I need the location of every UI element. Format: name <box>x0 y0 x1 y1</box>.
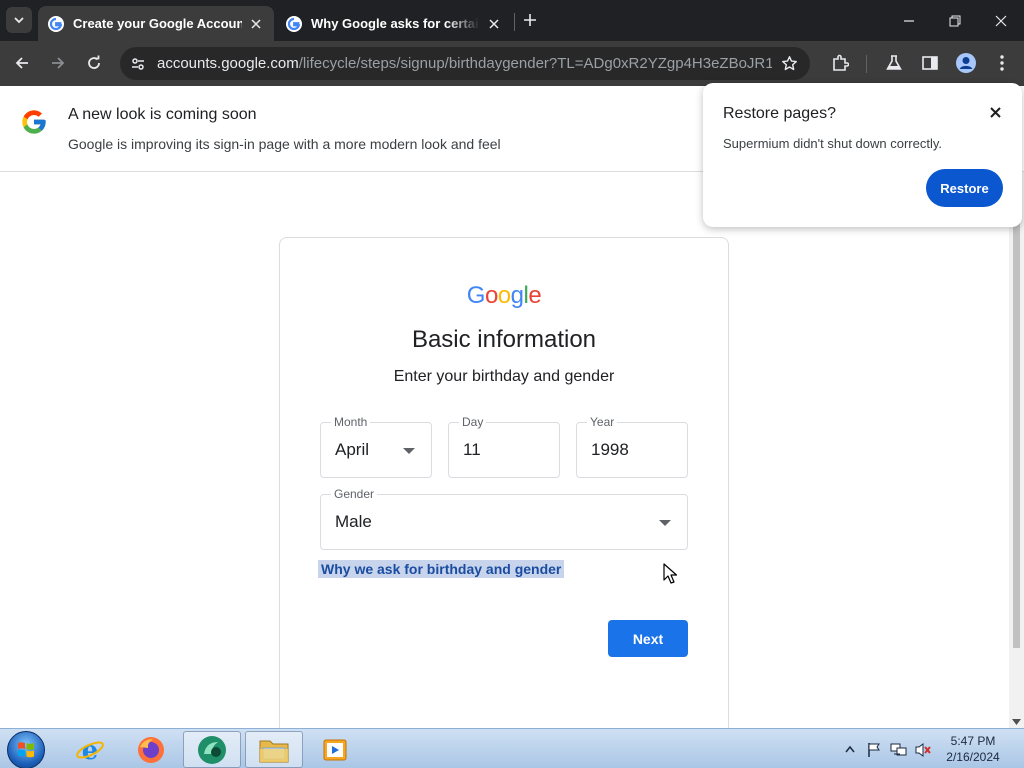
month-value: April <box>335 440 370 459</box>
day-label: Day <box>459 415 487 429</box>
firefox-icon <box>138 736 164 763</box>
next-button[interactable]: Next <box>608 620 688 657</box>
google-favicon-icon <box>48 15 64 32</box>
kebab-menu-icon <box>1000 55 1004 71</box>
mouse-cursor-icon <box>663 563 678 584</box>
page-subtitle: Enter your birthday and gender <box>393 368 615 385</box>
media-player-taskbar-button[interactable] <box>306 731 364 768</box>
forward-button[interactable] <box>44 49 72 77</box>
chevron-down-icon <box>14 17 24 24</box>
year-label: Year <box>587 415 618 429</box>
arrow-left-icon <box>15 57 28 69</box>
show-hidden-icons-arrow-icon[interactable] <box>845 745 855 753</box>
internet-explorer-icon: e <box>76 736 104 765</box>
media-player-icon <box>323 739 347 760</box>
arrow-right-icon <box>52 57 65 69</box>
svg-text:e: e <box>82 736 99 765</box>
url-text: accounts.google.com/lifecycle/steps/sign… <box>157 55 772 72</box>
browser-green-icon <box>198 735 226 764</box>
bookmark-star-icon[interactable] <box>781 55 798 72</box>
restore-window-icon <box>949 15 961 26</box>
browser-toolbar: accounts.google.com/lifecycle/steps/sign… <box>0 41 1024 86</box>
reload-icon <box>88 55 100 69</box>
close-tab-icon[interactable] <box>486 16 502 32</box>
clock-date: 2/16/2024 <box>946 750 1000 764</box>
puzzle-icon <box>833 54 849 71</box>
profile-button[interactable] <box>952 49 980 77</box>
month-select[interactable]: Month April <box>320 415 432 478</box>
close-dialog-button[interactable] <box>986 103 1004 121</box>
url-path: /lifecycle/steps/signup/birthdaygender?T… <box>298 55 772 72</box>
restore-button[interactable]: Restore <box>926 169 1003 207</box>
address-bar[interactable]: accounts.google.com/lifecycle/steps/sign… <box>120 47 810 80</box>
minimize-icon <box>904 19 914 22</box>
profile-avatar-icon <box>956 53 976 73</box>
site-settings-icon[interactable] <box>130 56 146 72</box>
back-button[interactable] <box>8 49 36 77</box>
restore-window-button[interactable] <box>932 0 978 41</box>
tab-why-google-asks[interactable]: Why Google asks for certain info <box>276 6 512 41</box>
close-tab-icon[interactable] <box>248 16 264 32</box>
why-birthday-gender-link[interactable]: Why we ask for birthday and gender <box>318 560 565 578</box>
tab-create-account[interactable]: Create your Google Account <box>38 6 274 41</box>
system-clock[interactable]: 5:47 PM 2/16/2024 <box>936 733 1010 765</box>
page-title: Basic information <box>411 326 597 353</box>
dialog-description: Supermium didn't shut down correctly. <box>723 136 943 151</box>
scrollbar-thumb[interactable] <box>1013 222 1020 648</box>
dialog-title: Restore pages? <box>723 105 836 122</box>
google-g-logo-icon <box>22 110 46 134</box>
supermium-taskbar-button[interactable] <box>183 731 241 768</box>
plus-icon <box>524 14 536 26</box>
file-explorer-taskbar-button[interactable] <box>245 731 303 768</box>
url-host: accounts.google.com <box>157 55 299 72</box>
tab-title: Why Google asks for certain info <box>311 16 480 31</box>
month-label: Month <box>331 415 371 429</box>
toolbar-divider <box>866 55 867 73</box>
flask-icon <box>886 55 902 70</box>
banner-title: A new look is coming soon <box>68 106 257 123</box>
tab-search-button[interactable] <box>6 7 32 33</box>
restore-pages-dialog: Restore pages? Supermium didn't shut dow… <box>703 83 1022 227</box>
minimize-button[interactable] <box>886 0 932 41</box>
year-value: 1998 <box>591 440 629 459</box>
tab-divider <box>514 13 515 31</box>
google-favicon-icon <box>286 15 302 32</box>
tab-strip: Create your Google Account Why Google as… <box>0 0 1024 41</box>
reload-button[interactable] <box>80 49 108 77</box>
side-panel-button[interactable] <box>916 49 944 77</box>
day-value: 11 <box>463 440 481 459</box>
new-tab-button[interactable] <box>518 8 542 32</box>
folder-icon <box>259 740 289 762</box>
volume-muted-icon[interactable] <box>914 742 932 758</box>
tab-title: Create your Google Account <box>73 16 242 31</box>
action-center-flag-icon[interactable] <box>866 742 882 758</box>
close-icon <box>989 106 1001 118</box>
scroll-down-arrow-icon[interactable] <box>1012 719 1021 725</box>
page-scrollbar[interactable] <box>1009 172 1024 728</box>
dropdown-arrow-icon <box>403 448 415 454</box>
menu-button[interactable] <box>988 49 1016 77</box>
gender-label: Gender <box>331 487 378 501</box>
side-panel-icon <box>922 56 938 70</box>
signup-card: Google Basic information Enter your birt… <box>279 237 729 757</box>
day-input[interactable]: Day 11 <box>448 415 560 478</box>
close-window-button[interactable] <box>978 0 1024 41</box>
gender-value: Male <box>335 512 372 531</box>
close-icon <box>995 15 1007 26</box>
windows-logo-icon <box>18 742 34 758</box>
network-icon[interactable] <box>890 742 908 758</box>
windows-taskbar: e 5:47 PM 2/16/2024 <box>0 728 1024 768</box>
labs-button[interactable] <box>880 49 908 77</box>
clock-time: 5:47 PM <box>950 734 996 748</box>
year-input[interactable]: Year 1998 <box>576 415 688 478</box>
start-button[interactable] <box>7 731 45 768</box>
banner-description: Google is improving its sign-in page wit… <box>68 136 501 152</box>
google-logo: Google <box>466 282 542 309</box>
extensions-button[interactable] <box>826 49 854 77</box>
firefox-taskbar-button[interactable] <box>122 731 180 768</box>
dropdown-arrow-icon <box>659 520 671 526</box>
internet-explorer-taskbar-button[interactable]: e <box>61 731 119 768</box>
gender-select[interactable]: Gender Male <box>320 487 688 550</box>
